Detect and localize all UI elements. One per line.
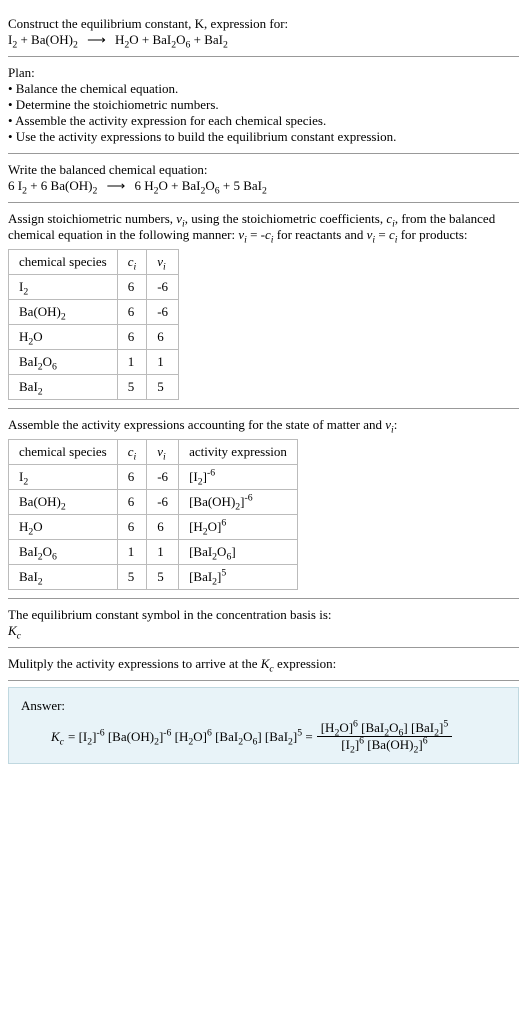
plan-bullet: • Balance the chemical equation. <box>8 81 519 97</box>
cell-vi: 1 <box>147 540 179 565</box>
cell-ci: 6 <box>117 325 147 350</box>
fraction-numerator: [H2O]6 [BaI2O6] [BaI2]5 <box>317 720 452 737</box>
cell-species: H2O <box>9 515 118 540</box>
activity-section: Assemble the activity expressions accoun… <box>8 409 519 599</box>
cell-vi: -6 <box>147 300 179 325</box>
intro-equation: I2 + Ba(OH)2 ⟶ H2O + BaI2O6 + BaI2 <box>8 32 519 48</box>
table-row: I26-6[I2]-6 <box>9 465 298 490</box>
symbol-line: The equilibrium constant symbol in the c… <box>8 607 519 623</box>
col-vi: νi <box>147 250 179 275</box>
cell-activity: [BaI2O6] <box>179 540 298 565</box>
cell-vi: 5 <box>147 375 179 400</box>
cell-species: BaI2O6 <box>9 540 118 565</box>
plan-section: Plan: • Balance the chemical equation. •… <box>8 57 519 154</box>
arrow-icon: ⟶ <box>101 178 132 193</box>
balanced-heading: Write the balanced chemical equation: <box>8 162 519 178</box>
balanced-section: Write the balanced chemical equation: 6 … <box>8 154 519 203</box>
cell-vi: -6 <box>147 275 179 300</box>
table-header-row: chemical species ci νi <box>9 250 179 275</box>
cell-vi: 6 <box>147 325 179 350</box>
intro-rhs: H2O + BaI2O6 + BaI2 <box>115 32 228 47</box>
answer-expr: = [I2]-6 [Ba(OH)2]-6 [H2O]6 [BaI2O6] [Ba… <box>68 729 313 745</box>
cell-vi: 1 <box>147 350 179 375</box>
intro-section: Construct the equilibrium constant, K, e… <box>8 8 519 57</box>
col-species: chemical species <box>9 440 118 465</box>
table-row: BaI255 <box>9 375 179 400</box>
table-row: BaI255[BaI2]5 <box>9 565 298 590</box>
cell-ci: 6 <box>117 300 147 325</box>
cell-species: Ba(OH)2 <box>9 490 118 515</box>
cell-activity: [I2]-6 <box>179 465 298 490</box>
cell-vi: -6 <box>147 490 179 515</box>
cell-ci: 5 <box>117 565 147 590</box>
cell-ci: 1 <box>117 350 147 375</box>
cell-ci: 5 <box>117 375 147 400</box>
cell-ci: 6 <box>117 490 147 515</box>
table-row: BaI2O611[BaI2O6] <box>9 540 298 565</box>
intro-text: Construct the equilibrium constant, K, e… <box>8 16 288 31</box>
col-activity: activity expression <box>179 440 298 465</box>
symbol-section: The equilibrium constant symbol in the c… <box>8 599 519 648</box>
plan-bullet: • Use the activity expressions to build … <box>8 129 519 145</box>
cell-vi: 6 <box>147 515 179 540</box>
cell-ci: 1 <box>117 540 147 565</box>
answer-equation: Kc = [I2]-6 [Ba(OH)2]-6 [H2O]6 [BaI2O6] … <box>21 720 506 753</box>
col-vi: νi <box>147 440 179 465</box>
symbol-value: Kc <box>8 623 519 639</box>
balanced-lhs: 6 I2 + 6 Ba(OH)2 <box>8 178 97 193</box>
cell-species: I2 <box>9 275 118 300</box>
table-row: H2O66 <box>9 325 179 350</box>
plan-bullet: • Assemble the activity expression for e… <box>8 113 519 129</box>
intro-lhs: I2 + Ba(OH)2 <box>8 32 78 47</box>
table-row: BaI2O611 <box>9 350 179 375</box>
intro-line1: Construct the equilibrium constant, K, e… <box>8 16 519 32</box>
cell-activity: [Ba(OH)2]-6 <box>179 490 298 515</box>
stoich-intro: Assign stoichiometric numbers, νi, using… <box>8 211 519 243</box>
stoich-table: chemical species ci νi I26-6 Ba(OH)26-6 … <box>8 249 179 400</box>
activity-intro: Assemble the activity expressions accoun… <box>8 417 519 433</box>
answer-fraction: [H2O]6 [BaI2O6] [BaI2]5 [I2]6 [Ba(OH)2]6 <box>317 720 452 753</box>
cell-activity: [H2O]6 <box>179 515 298 540</box>
cell-species: H2O <box>9 325 118 350</box>
table-row: I26-6 <box>9 275 179 300</box>
col-ci: ci <box>117 250 147 275</box>
multiply-line: Mulitply the activity expressions to arr… <box>8 656 519 672</box>
cell-ci: 6 <box>117 515 147 540</box>
plan-bullet: • Determine the stoichiometric numbers. <box>8 97 519 113</box>
activity-table: chemical species ci νi activity expressi… <box>8 439 298 590</box>
arrow-icon: ⟶ <box>81 32 112 47</box>
fraction-denominator: [I2]6 [Ba(OH)2]6 <box>317 737 452 753</box>
table-row: Ba(OH)26-6[Ba(OH)2]-6 <box>9 490 298 515</box>
table-header-row: chemical species ci νi activity expressi… <box>9 440 298 465</box>
cell-vi: 5 <box>147 565 179 590</box>
multiply-section: Mulitply the activity expressions to arr… <box>8 648 519 681</box>
cell-vi: -6 <box>147 465 179 490</box>
col-ci: ci <box>117 440 147 465</box>
cell-species: BaI2 <box>9 375 118 400</box>
cell-ci: 6 <box>117 465 147 490</box>
table-row: Ba(OH)26-6 <box>9 300 179 325</box>
cell-species: I2 <box>9 465 118 490</box>
plan-heading: Plan: <box>8 65 519 81</box>
balanced-equation: 6 I2 + 6 Ba(OH)2 ⟶ 6 H2O + BaI2O6 + 5 Ba… <box>8 178 519 194</box>
cell-species: BaI2 <box>9 565 118 590</box>
answer-label: Answer: <box>21 698 506 714</box>
cell-ci: 6 <box>117 275 147 300</box>
cell-activity: [BaI2]5 <box>179 565 298 590</box>
answer-box: Answer: Kc = [I2]-6 [Ba(OH)2]-6 [H2O]6 [… <box>8 687 519 764</box>
balanced-rhs: 6 H2O + BaI2O6 + 5 BaI2 <box>134 178 266 193</box>
cell-species: BaI2O6 <box>9 350 118 375</box>
cell-species: Ba(OH)2 <box>9 300 118 325</box>
stoich-section: Assign stoichiometric numbers, νi, using… <box>8 203 519 409</box>
col-species: chemical species <box>9 250 118 275</box>
table-row: H2O66[H2O]6 <box>9 515 298 540</box>
answer-kc: Kc <box>51 729 64 745</box>
